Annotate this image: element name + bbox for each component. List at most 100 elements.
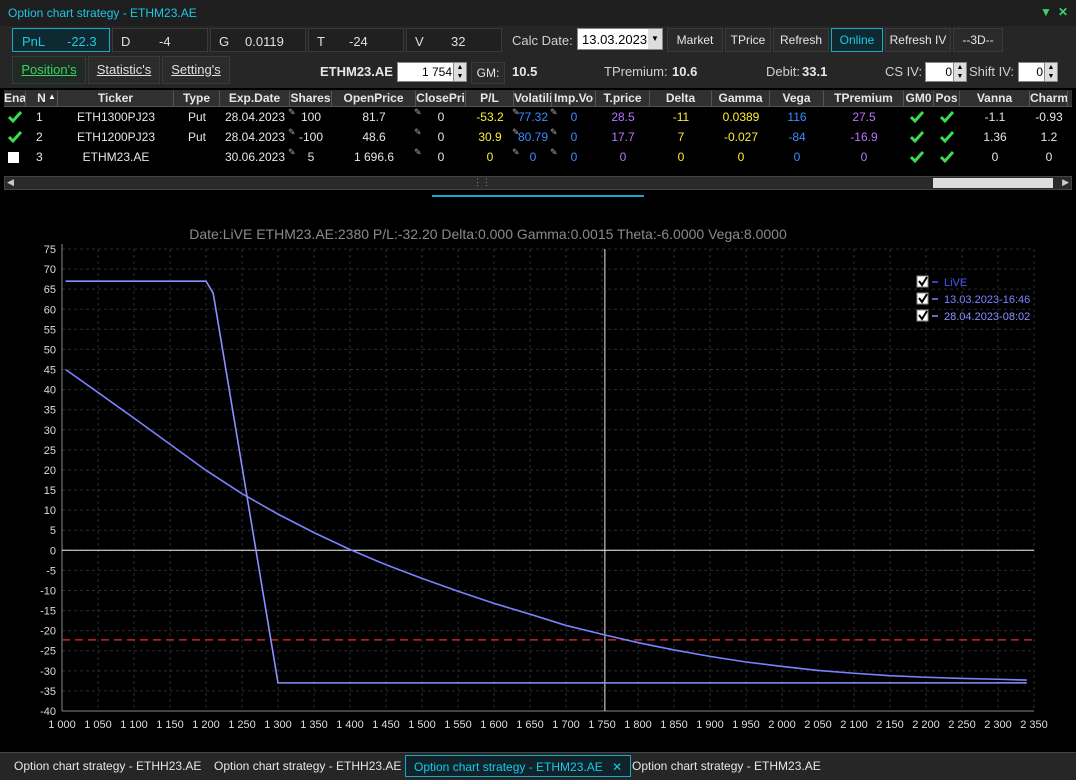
doc-tab-ethh23-2[interactable]: Option chart strategy - ETHH23.AE — [206, 755, 409, 777]
edit-pencil-icon[interactable]: ✎ — [288, 107, 296, 118]
y-tick-label: 5 — [50, 525, 56, 537]
enable-checkbox[interactable] — [8, 152, 19, 163]
cell-charm: 1.2 — [1040, 130, 1058, 144]
spinner-arrows-icon[interactable]: ▲ ▼ — [1044, 63, 1057, 81]
cell-tpremium: 0 — [860, 150, 868, 164]
title-bar: Option chart strategy - ETHM23.AE ▼ ✕ — [0, 0, 1076, 27]
doc-tab-ethh23[interactable]: Option chart strategy - ETHH23.AE — [6, 755, 209, 777]
window-title: Option chart strategy - ETHM23.AE — [8, 6, 197, 20]
edit-pencil-icon[interactable]: ✎ — [550, 127, 558, 138]
checkmark-icon[interactable] — [7, 130, 23, 144]
column-header[interactable]: Gamma — [712, 91, 770, 106]
gm-button[interactable]: GM: — [471, 62, 505, 84]
close-icon[interactable]: ✕ — [612, 760, 622, 774]
market-button[interactable]: Market — [667, 28, 723, 52]
cell-shares: 100 — [300, 110, 322, 124]
column-header[interactable]: Vega — [770, 91, 824, 106]
edit-pencil-icon[interactable]: ✎ — [512, 127, 520, 138]
gm0-check-icon[interactable] — [909, 150, 925, 164]
edit-pencil-icon[interactable]: ✎ — [550, 107, 558, 118]
column-header[interactable]: TPremium — [824, 91, 904, 106]
x-tick-label: 1 400 — [336, 719, 364, 731]
edit-pencil-icon[interactable]: ✎ — [414, 107, 422, 118]
cell-tpremium: -16.9 — [850, 130, 878, 144]
gm0-check-icon[interactable] — [909, 130, 925, 144]
dropdown-arrow-icon[interactable]: ▼ — [1040, 5, 1052, 19]
edit-pencil-icon[interactable]: ✎ — [512, 147, 520, 158]
checkmark-icon[interactable] — [7, 110, 23, 124]
edit-pencil-icon[interactable]: ✎ — [550, 147, 558, 158]
underlying-price-spinner[interactable]: 1 754 ▲ ▼ — [397, 62, 467, 82]
pos-check-icon[interactable] — [939, 150, 955, 164]
doc-tab-ethm23-2[interactable]: Option chart strategy - ETHM23.AE — [624, 755, 829, 777]
horizontal-scrollbar[interactable]: ◀ ⋮⋮ ▶ — [4, 176, 1072, 190]
column-header[interactable]: Pos — [934, 91, 960, 106]
cell-type: Put — [187, 130, 206, 144]
scroll-right-icon[interactable]: ▶ — [1062, 177, 1069, 188]
grip-icon[interactable]: ⋮⋮ — [473, 177, 491, 188]
greek-delta: D -4 — [112, 28, 208, 52]
scroll-left-icon[interactable]: ◀ — [7, 177, 14, 188]
column-header[interactable]: P/L — [466, 91, 514, 106]
column-header[interactable]: Shares — [290, 91, 332, 106]
gm0-check-icon[interactable] — [909, 110, 925, 124]
greek-delta-value: -4 — [159, 34, 171, 49]
column-header[interactable]: Ticker — [58, 91, 174, 106]
edit-pencil-icon[interactable]: ✎ — [288, 127, 296, 138]
x-tick-label: 1 850 — [660, 719, 688, 731]
spinner-arrows-icon[interactable]: ▲ ▼ — [453, 63, 466, 81]
pos-check-icon[interactable] — [939, 130, 955, 144]
pl-chart[interactable]: Date:LiVE ETHM23.AE:2380 P/L:-32.20 Delt… — [4, 200, 1072, 748]
column-header[interactable]: Vanna — [960, 91, 1030, 106]
column-header[interactable]: Ena — [4, 91, 26, 106]
panel-splitter[interactable] — [432, 195, 644, 197]
column-header[interactable]: Volatili — [514, 91, 552, 106]
tab-settings[interactable]: Setting's — [162, 56, 230, 84]
shift-iv-spinner[interactable]: 0 ▲ ▼ — [1018, 62, 1058, 82]
chevron-down-icon[interactable]: ▼ — [648, 29, 662, 49]
cell-ticker: ETHM23.AE — [82, 150, 150, 164]
cell-charm: -0.93 — [1035, 110, 1063, 124]
cell-n: 3 — [36, 150, 43, 164]
cell-impvol: 0 — [570, 130, 578, 144]
pos-check-icon[interactable] — [939, 110, 955, 124]
table-row[interactable]: 3 ETHM23.AE 30.06.2023 5 1 696.6 0 0 0 0 0 0 0 0 0 0 0 ✎… — [4, 147, 1072, 167]
x-tick-label: 2 000 — [768, 719, 796, 731]
column-header[interactable]: OpenPrice — [332, 91, 416, 106]
cs-iv-spinner[interactable]: 0 ▲ ▼ — [925, 62, 967, 82]
refresh-button[interactable]: Refresh — [773, 28, 829, 52]
column-header[interactable]: Exp.Date — [220, 91, 290, 106]
greeks-toolbar: PnL -22.3 D -4 G 0.0119 T -24 V 32 Calc … — [0, 26, 1076, 56]
greek-vega-label: V — [415, 34, 424, 49]
calc-date-label: Calc Date: — [512, 33, 573, 48]
column-header[interactable]: ClosePri — [416, 91, 466, 106]
tab-positions[interactable]: Position's — [12, 56, 86, 84]
scrollbar-thumb[interactable] — [933, 178, 1053, 188]
column-header[interactable]: Delta — [650, 91, 712, 106]
doc-tab-ethm23[interactable]: Option chart strategy - ETHM23.AE ✕ — [405, 755, 632, 777]
edit-pencil-icon[interactable]: ✎ — [288, 147, 296, 158]
close-icon[interactable]: ✕ — [1058, 5, 1068, 19]
edit-pencil-icon[interactable]: ✎ — [512, 107, 520, 118]
column-header[interactable]: T.price — [596, 91, 650, 106]
tab-statistics[interactable]: Statistic's — [88, 56, 160, 84]
tprice-button[interactable]: TPrice — [725, 28, 771, 52]
online-button[interactable]: Online — [831, 28, 883, 52]
x-tick-label: 2 050 — [804, 719, 832, 731]
cell-vega: -84 — [788, 130, 806, 144]
column-header[interactable]: Type — [174, 91, 220, 106]
column-header[interactable]: GM0 — [904, 91, 934, 106]
edit-pencil-icon[interactable]: ✎ — [414, 147, 422, 158]
edit-pencil-icon[interactable]: ✎ — [414, 127, 422, 138]
sort-asc-icon[interactable]: ▲ — [48, 92, 56, 101]
spinner-arrows-icon[interactable]: ▲ ▼ — [953, 63, 966, 81]
column-header[interactable]: Charm — [1030, 91, 1068, 106]
x-tick-label: 1 250 — [228, 719, 256, 731]
table-row[interactable]: 1 ETH1300PJ23 Put 28.04.2023 100 81.7 0 -53.2 77… — [4, 107, 1072, 127]
refresh-iv-button[interactable]: Refresh IV — [885, 28, 951, 52]
3d-button[interactable]: --3D-- — [953, 28, 1003, 52]
cell-vega: 0 — [793, 150, 801, 164]
calc-date-select[interactable]: 13.03.2023 ▼ — [577, 28, 663, 50]
table-row[interactable]: 2 ETH1200PJ23 Put 28.04.2023 -100 48.6 0 30.9 80… — [4, 127, 1072, 147]
column-header[interactable]: Imp.Vo — [552, 91, 596, 106]
